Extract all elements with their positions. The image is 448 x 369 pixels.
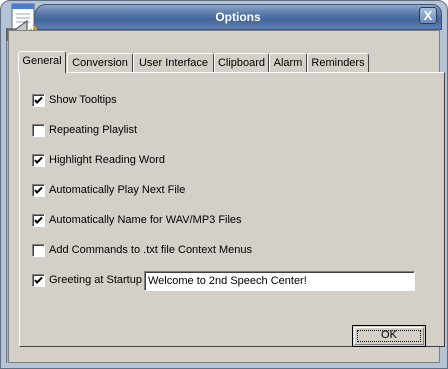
- greeting-text-field[interactable]: [144, 271, 415, 291]
- checkmark-icon: [34, 186, 43, 194]
- show-tooltips-checkbox[interactable]: [32, 94, 45, 107]
- repeating-playlist-checkbox[interactable]: [32, 124, 45, 137]
- add-context-menu-commands-checkbox[interactable]: [32, 244, 45, 257]
- tab-label: User Interface: [138, 57, 209, 69]
- option-label: Automatically Play Next File: [49, 184, 186, 196]
- auto-name-wav-mp3-checkbox[interactable]: [32, 214, 45, 227]
- tab-clipboard[interactable]: Clipboard: [214, 53, 269, 72]
- option-label: Highlight Reading Word: [49, 154, 165, 166]
- tab-label: Alarm: [273, 57, 303, 69]
- dialog-body: General Conversion User Interface Clipbo…: [8, 30, 445, 363]
- window-title: Options: [215, 10, 261, 24]
- option-label: Show Tooltips: [49, 94, 117, 106]
- option-label: Greeting at Startup: [49, 274, 142, 286]
- checkmark-icon: [34, 156, 43, 164]
- tab-label: General: [22, 55, 62, 67]
- tab-user-interface[interactable]: User Interface: [133, 53, 214, 72]
- ok-button-label: OK: [381, 329, 397, 341]
- option-label: Repeating Playlist: [49, 124, 138, 136]
- tab-conversion[interactable]: Conversion: [67, 53, 133, 72]
- tab-alarm[interactable]: Alarm: [269, 53, 307, 72]
- title-bar[interactable]: Options: [34, 4, 442, 30]
- close-icon: X: [423, 8, 433, 23]
- ok-button[interactable]: OK: [352, 325, 426, 347]
- tab-label: Conversion: [72, 57, 128, 69]
- greeting-at-startup-checkbox[interactable]: [32, 274, 45, 287]
- tab-label: Clipboard: [217, 57, 266, 69]
- tab-general[interactable]: General: [18, 51, 66, 73]
- checkmark-icon: [34, 96, 43, 104]
- option-label: Automatically Name for WAV/MP3 Files: [49, 214, 242, 226]
- highlight-reading-word-checkbox[interactable]: [32, 154, 45, 167]
- options-window: Options X General Conversion User Interf…: [0, 0, 448, 369]
- close-button[interactable]: X: [419, 7, 437, 24]
- auto-play-next-file-checkbox[interactable]: [32, 184, 45, 197]
- general-tab-panel: [19, 72, 445, 347]
- option-label: Add Commands to .txt file Context Menus: [49, 244, 252, 256]
- checkmark-icon: [34, 216, 43, 224]
- tab-reminders[interactable]: Reminders: [307, 53, 369, 72]
- tab-label: Reminders: [311, 57, 365, 69]
- checkmark-icon: [34, 276, 43, 284]
